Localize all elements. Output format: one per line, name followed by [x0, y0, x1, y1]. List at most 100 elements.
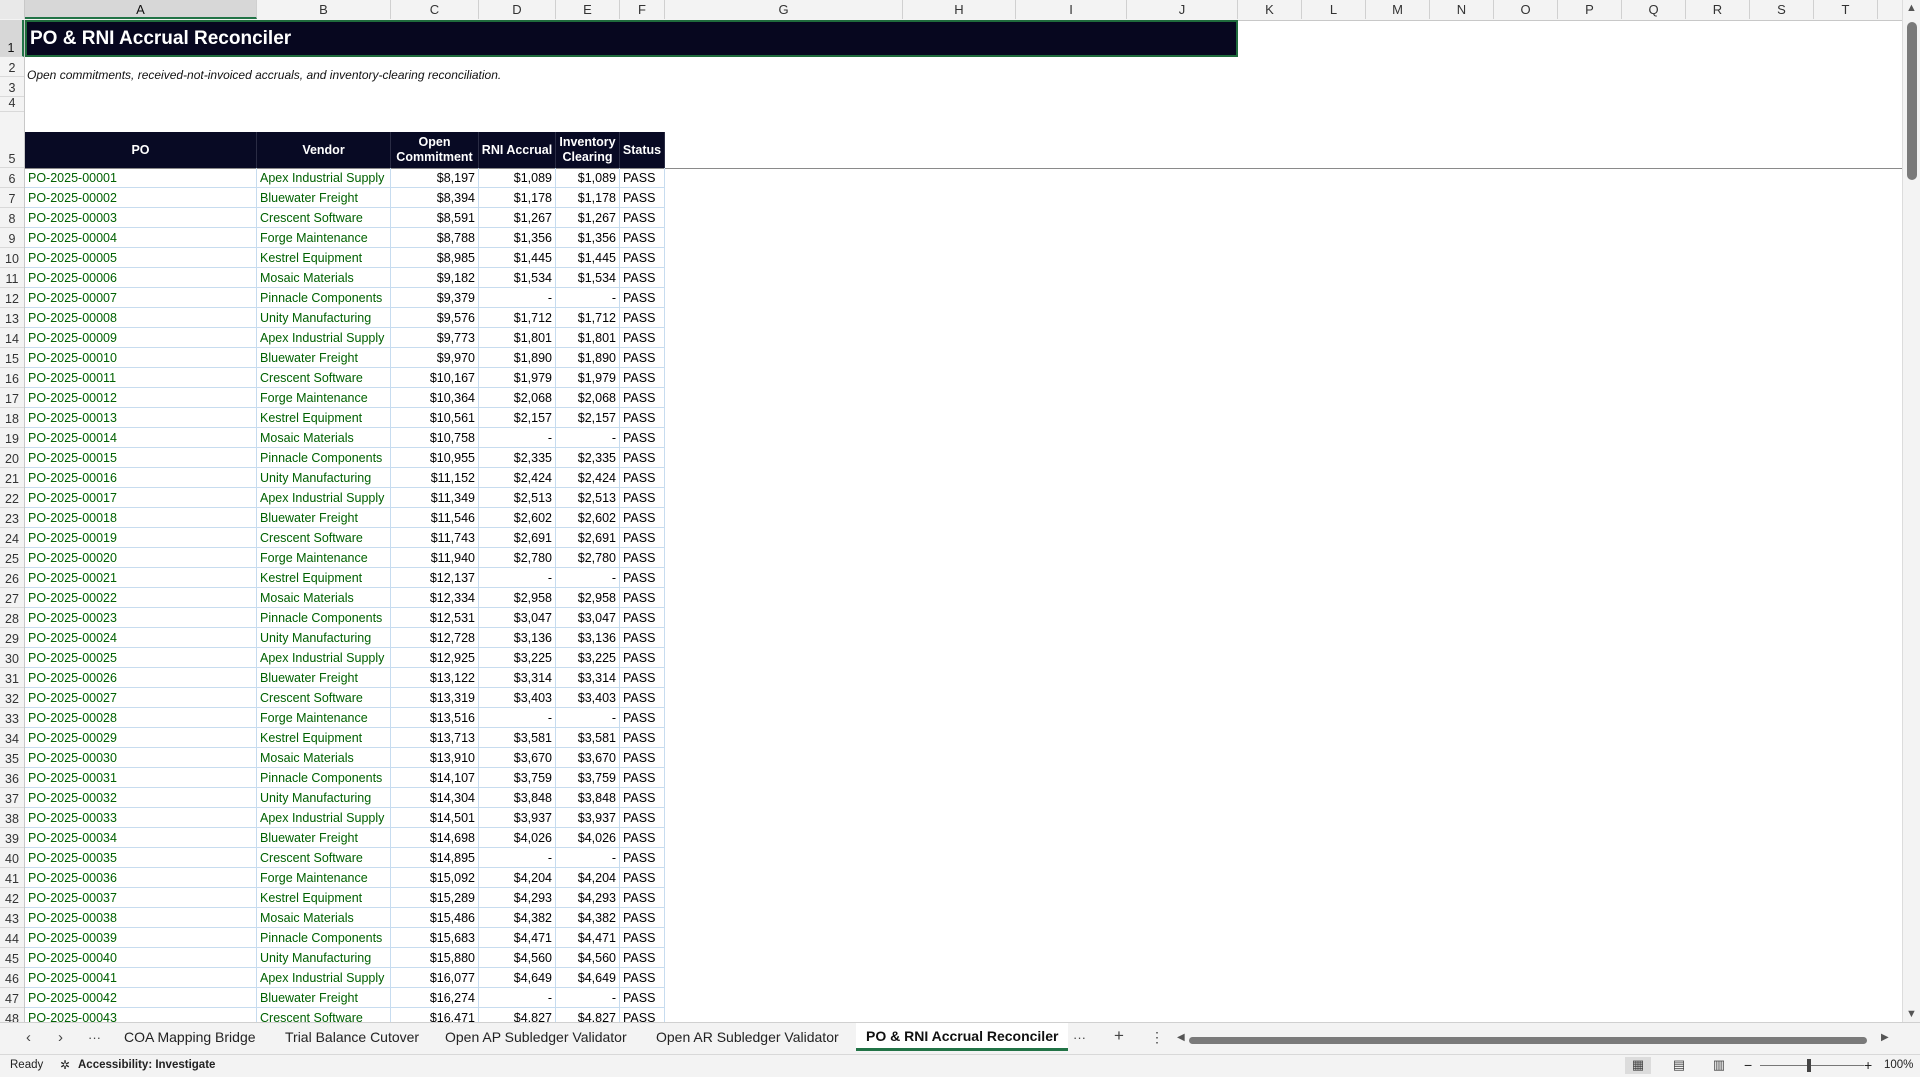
open-commitment-cell[interactable]: $10,955 — [391, 448, 479, 468]
inventory-clearing-cell[interactable]: - — [556, 568, 620, 588]
po-cell[interactable]: PO-2025-00018 — [25, 508, 257, 528]
status-cell[interactable]: PASS — [620, 368, 665, 388]
open-commitment-cell[interactable]: $10,167 — [391, 368, 479, 388]
column-header-m[interactable]: M — [1366, 0, 1430, 19]
vertical-ellipsis-icon[interactable]: ⋮ — [1150, 1029, 1164, 1046]
rni-accrual-cell[interactable]: $4,560 — [479, 948, 556, 968]
rni-accrual-cell[interactable]: $2,691 — [479, 528, 556, 548]
status-cell[interactable]: PASS — [620, 388, 665, 408]
status-cell[interactable]: PASS — [620, 968, 665, 988]
po-cell[interactable]: PO-2025-00019 — [25, 528, 257, 548]
rni-accrual-cell[interactable]: $1,445 — [479, 248, 556, 268]
rni-accrual-cell[interactable]: $2,335 — [479, 448, 556, 468]
po-cell[interactable]: PO-2025-00015 — [25, 448, 257, 468]
scroll-down-icon[interactable]: ▼ — [1906, 1008, 1917, 1020]
status-cell[interactable]: PASS — [620, 828, 665, 848]
status-cell[interactable]: PASS — [620, 748, 665, 768]
status-cell[interactable]: PASS — [620, 788, 665, 808]
open-commitment-cell[interactable]: $9,182 — [391, 268, 479, 288]
status-cell[interactable]: PASS — [620, 688, 665, 708]
open-commitment-cell[interactable]: $16,471 — [391, 1008, 479, 1022]
rni-accrual-cell[interactable]: $4,293 — [479, 888, 556, 908]
vendor-cell[interactable]: Forge Maintenance — [257, 708, 391, 728]
row-header-14[interactable]: 14 — [0, 328, 24, 348]
vendor-cell[interactable]: Mosaic Materials — [257, 908, 391, 928]
scroll-right-icon[interactable]: ▶ — [1881, 1032, 1889, 1043]
status-cell[interactable]: PASS — [620, 568, 665, 588]
inventory-clearing-cell[interactable]: $4,026 — [556, 828, 620, 848]
inventory-clearing-cell[interactable]: $2,157 — [556, 408, 620, 428]
po-cell[interactable]: PO-2025-00027 — [25, 688, 257, 708]
vendor-cell[interactable]: Apex Industrial Supply — [257, 488, 391, 508]
row-header-15[interactable]: 15 — [0, 348, 24, 368]
inventory-clearing-cell[interactable]: $4,471 — [556, 928, 620, 948]
po-cell[interactable]: PO-2025-00006 — [25, 268, 257, 288]
open-commitment-cell[interactable]: $15,486 — [391, 908, 479, 928]
inventory-clearing-cell[interactable]: $2,602 — [556, 508, 620, 528]
vendor-cell[interactable]: Forge Maintenance — [257, 548, 391, 568]
rni-accrual-cell[interactable]: $3,403 — [479, 688, 556, 708]
rni-accrual-cell[interactable]: $3,581 — [479, 728, 556, 748]
rni-accrual-cell[interactable]: $2,602 — [479, 508, 556, 528]
inventory-clearing-cell[interactable]: - — [556, 848, 620, 868]
po-cell[interactable]: PO-2025-00030 — [25, 748, 257, 768]
po-cell[interactable]: PO-2025-00032 — [25, 788, 257, 808]
open-commitment-cell[interactable]: $15,880 — [391, 948, 479, 968]
open-commitment-cell[interactable]: $9,773 — [391, 328, 479, 348]
vendor-cell[interactable]: Kestrel Equipment — [257, 568, 391, 588]
row-header-11[interactable]: 11 — [0, 268, 24, 288]
column-header-f[interactable]: F — [620, 0, 665, 19]
rni-accrual-cell[interactable]: $2,958 — [479, 588, 556, 608]
po-cell[interactable]: PO-2025-00011 — [25, 368, 257, 388]
po-cell[interactable]: PO-2025-00012 — [25, 388, 257, 408]
rni-accrual-cell[interactable]: $1,089 — [479, 168, 556, 188]
status-cell[interactable]: PASS — [620, 768, 665, 788]
inventory-clearing-cell[interactable]: - — [556, 988, 620, 1008]
po-cell[interactable]: PO-2025-00021 — [25, 568, 257, 588]
chevron-right-icon[interactable]: › — [58, 1029, 63, 1046]
more-sheets-right-icon[interactable]: ··· — [1073, 1030, 1086, 1045]
rni-accrual-cell[interactable]: $3,225 — [479, 648, 556, 668]
po-cell[interactable]: PO-2025-00040 — [25, 948, 257, 968]
row-header-23[interactable]: 23 — [0, 508, 24, 528]
status-cell[interactable]: PASS — [620, 248, 665, 268]
po-cell[interactable]: PO-2025-00034 — [25, 828, 257, 848]
row-header-21[interactable]: 21 — [0, 468, 24, 488]
row-header-27[interactable]: 27 — [0, 588, 24, 608]
inventory-clearing-cell[interactable]: $2,513 — [556, 488, 620, 508]
status-cell[interactable]: PASS — [620, 808, 665, 828]
header-rni-accrual[interactable]: RNI Accrual — [479, 132, 556, 168]
grid-view-icon[interactable]: ▦ — [1625, 1057, 1651, 1074]
rni-accrual-cell[interactable]: $4,471 — [479, 928, 556, 948]
status-cell[interactable]: PASS — [620, 328, 665, 348]
po-cell[interactable]: PO-2025-00017 — [25, 488, 257, 508]
accessibility-icon[interactable]: ✲ — [60, 1058, 70, 1072]
status-cell[interactable]: PASS — [620, 508, 665, 528]
row-header-30[interactable]: 30 — [0, 648, 24, 668]
po-cell[interactable]: PO-2025-00007 — [25, 288, 257, 308]
zoom-out-icon[interactable]: − — [1744, 1057, 1752, 1073]
row-header-24[interactable]: 24 — [0, 528, 24, 548]
inventory-clearing-cell[interactable]: $4,827 — [556, 1008, 620, 1022]
column-header-l[interactable]: L — [1302, 0, 1366, 19]
vendor-cell[interactable]: Crescent Software — [257, 848, 391, 868]
vendor-cell[interactable]: Pinnacle Components — [257, 768, 391, 788]
open-commitment-cell[interactable]: $12,925 — [391, 648, 479, 668]
horizontal-scrollbar[interactable]: ◀ ▶ — [1177, 1032, 1889, 1045]
rni-accrual-cell[interactable]: $4,382 — [479, 908, 556, 928]
row-header-34[interactable]: 34 — [0, 728, 24, 748]
po-cell[interactable]: PO-2025-00013 — [25, 408, 257, 428]
po-cell[interactable]: PO-2025-00026 — [25, 668, 257, 688]
status-cell[interactable]: PASS — [620, 408, 665, 428]
rni-accrual-cell[interactable]: $1,267 — [479, 208, 556, 228]
row-header-22[interactable]: 22 — [0, 488, 24, 508]
row-header-35[interactable]: 35 — [0, 748, 24, 768]
inventory-clearing-cell[interactable]: $1,534 — [556, 268, 620, 288]
scroll-left-icon[interactable]: ◀ — [1177, 1032, 1185, 1043]
rni-accrual-cell[interactable]: $3,670 — [479, 748, 556, 768]
vendor-cell[interactable]: Pinnacle Components — [257, 608, 391, 628]
row-header-10[interactable]: 10 — [0, 248, 24, 268]
row-header-28[interactable]: 28 — [0, 608, 24, 628]
open-commitment-cell[interactable]: $14,698 — [391, 828, 479, 848]
rni-accrual-cell[interactable]: $3,136 — [479, 628, 556, 648]
